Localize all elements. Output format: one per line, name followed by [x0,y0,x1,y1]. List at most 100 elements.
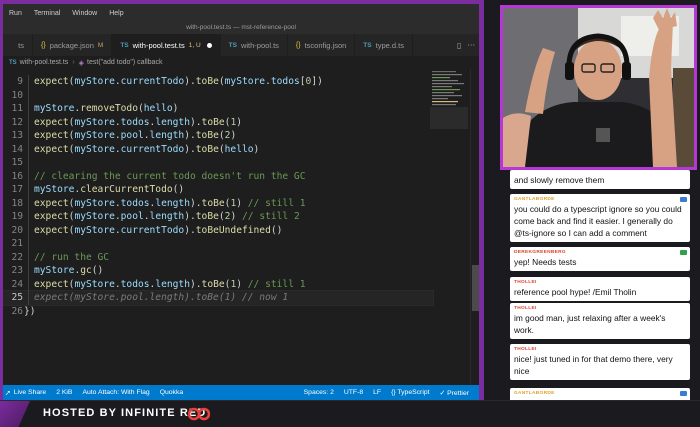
code-token: }) [24,305,36,317]
status-quokka[interactable]: Quokka [160,389,183,396]
code-token: myStore [74,76,115,87]
status-auto-attach[interactable]: Auto Attach: With Flag [82,389,149,396]
live-share-icon: ➚ [5,389,11,397]
tab-type-d-ts[interactable]: TS type.d.ts [355,34,413,56]
tab-tsconfig[interactable]: {} tsconfig.json [288,34,356,56]
line-number: 18 [11,197,23,209]
code-token: toBe [201,197,225,209]
status-live-share[interactable]: ➚ Live Share [5,389,46,397]
status-indentation[interactable]: Spaces: 2 [304,389,334,397]
code-text: }) [24,305,36,319]
more-actions-icon[interactable]: ··· [467,41,475,50]
status-language[interactable]: {} TypeScript [391,389,429,397]
code-token: myStore [74,211,115,222]
code-line[interactable]: 14 expect(myStore.currentTodo).toBe(hello… [3,143,433,157]
code-line[interactable]: 26}) [3,305,433,319]
status-encoding-label: UTF-8 [343,389,364,396]
code-line[interactable]: 16 // clearing the current todo doesn't r… [3,170,433,184]
menu-help[interactable]: Help [109,10,123,17]
code-token: length [149,130,185,141]
code-token: myStore [74,278,115,290]
code-line[interactable]: 19 expect(myStore.pool.length).toBe(2) //… [3,210,433,224]
code-text: expect(myStore.pool.length).toBe(2) [34,129,236,143]
chat-badge-icon [680,197,687,202]
vertical-scrollbar[interactable] [470,69,479,385]
code-token: ) [230,130,237,141]
breadcrumb: TS with-pool.test.ts › ◈ test("add todo"… [3,56,479,69]
chat-message: GANTLABORDE you could do a typescript ign… [510,194,690,242]
tab-ts[interactable]: ts [3,34,33,56]
code-line[interactable]: 24 expect(myStore.todos.length).toBe(1) /… [3,278,433,292]
status-eol[interactable]: LF [373,389,381,397]
line-number: 16 [11,170,23,182]
code-line[interactable]: 13 expect(myStore.pool.length).toBe(2) [3,129,433,143]
chat-badge-icon [680,391,687,396]
chat-message: THOLLEI nice! just tuned in for that demo… [510,344,690,380]
code-token: pool [120,130,144,141]
tab-label: with-pool.test.ts [132,40,185,50]
status-quokka-label: Quokka [159,389,184,396]
code-token: expect [34,197,69,209]
chat-username: GANTLABORDE [514,197,555,202]
code-line[interactable]: 17 myStore.clearCurrentTodo() [3,183,433,197]
code-text: expect(myStore.pool.length).toBe(2) // s… [34,210,300,224]
tab-package-json[interactable]: {} package.json M [33,34,113,56]
code-token: ) [236,278,248,290]
code-text: expect(myStore.todos.length).toBe(1) [34,116,242,130]
breadcrumb-symbol[interactable]: test("add todo") callback [87,59,162,66]
code-token: expect [34,143,69,155]
code-line[interactable]: 15 [3,156,433,170]
code-line[interactable]: 25 expect(myStore.pool.length).toBe(1) //… [3,290,434,306]
code-token: myStore [74,143,115,155]
tab-with-pool[interactable]: TS with-pool.ts [221,34,288,56]
line-number: 25 [11,292,23,303]
code-token: // clearing the current todo doesn't run… [34,170,306,182]
line-number: 13 [11,130,23,141]
menu-window[interactable]: Window [72,10,97,17]
chat-text: reference pool hype! /Emil Tholin [514,287,637,297]
code-token: todos [120,116,150,128]
code-token: // run the GC [34,251,110,263]
breadcrumb-file[interactable]: with-pool.test.ts [20,59,69,66]
code-line[interactable]: 10 [3,89,433,103]
status-file-size[interactable]: 2 KiB [56,389,72,396]
menu-terminal[interactable]: Terminal [34,10,60,17]
chat-text: nice! just tuned in for that demo there,… [514,354,673,376]
code-line[interactable]: 12 expect(myStore.todos.length).toBe(1) [3,116,433,130]
status-encoding[interactable]: UTF-8 [344,389,363,397]
code-line[interactable]: 18 expect(myStore.todos.length).toBe(1) /… [3,197,433,211]
unsaved-dot-icon[interactable] [206,42,212,48]
scrollbar-thumb[interactable] [472,265,479,311]
code-token: ). [189,116,202,128]
code-line[interactable]: 20 expect(myStore.currentTodo).toBeUndefi… [3,224,433,238]
menu-run[interactable]: Run [9,10,22,17]
code-line[interactable]: 9 expect(myStore.currentTodo).toBe(myStor… [3,75,433,89]
status-bar: ➚ Live Share 2 KiB Auto Attach: With Fla… [3,385,479,400]
code-token: ]) [311,76,323,87]
typescript-file-icon: TS [9,59,17,66]
code-area[interactable]: 9 expect(myStore.currentTodo).toBe(myStor… [3,69,479,385]
tab-with-pool-test[interactable]: TS with-pool.test.ts 1, U [112,34,221,56]
code-token: toBeUndefined [195,224,271,236]
code-line[interactable]: 22 // run the GC [3,251,433,265]
code-token: toBe [195,211,219,222]
minimap[interactable] [430,69,470,129]
code-line[interactable]: 23 myStore.gc() [3,264,433,278]
indent-guide [28,75,29,305]
code-text: expect(myStore.currentTodo).toBeUndefine… [34,224,282,238]
code-token: // still 2 [242,211,300,222]
code-token: ) [236,116,242,128]
code-token: length [155,197,190,209]
code-token: () [91,265,104,276]
status-prettier[interactable]: ✓ Prettier [440,389,470,397]
chat-username: THOLLEI [514,306,537,311]
split-editor-icon[interactable]: ▯ [457,41,461,50]
code-line[interactable]: 21 [3,237,433,251]
code-text: // clearing the current todo doesn't run… [34,170,305,184]
code-token: currentTodo [120,224,185,236]
code-token: expect [34,130,69,141]
code-token: todos [270,76,300,87]
json-file-icon: {} [295,41,301,49]
code-line[interactable]: 11 myStore.removeTodo(hello) [3,102,433,116]
code-token: expect [34,76,69,87]
